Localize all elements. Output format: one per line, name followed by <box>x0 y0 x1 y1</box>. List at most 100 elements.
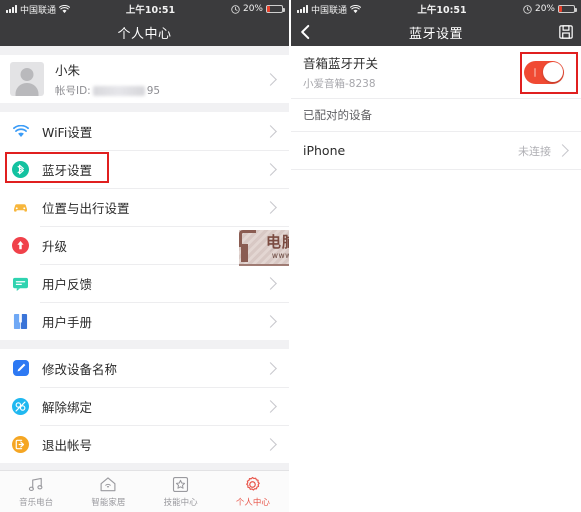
status-bar-right-group: 20% <box>523 4 577 14</box>
chevron-right-icon <box>264 72 277 86</box>
manual-book-icon <box>12 313 29 330</box>
battery-icon <box>266 5 285 13</box>
wifi-icon <box>12 123 29 140</box>
logout-icon <box>12 435 29 453</box>
device-status: 未连接 <box>518 144 551 158</box>
status-bar-right-group: 20% <box>231 4 285 14</box>
account-text: 小朱 帐号ID: 95 <box>55 60 266 98</box>
sidebar-item-label: 解除绑定 <box>42 399 93 415</box>
nav-bar-right: 蓝牙设置 <box>291 18 581 46</box>
sidebar-item-label: 用户反馈 <box>42 276 93 292</box>
chevron-right-icon <box>264 124 277 138</box>
settings-group-1: WiFi设置 蓝牙设置 位置与出行设置 升级 用户反馈 用户手册 <box>0 112 289 340</box>
account-id-label: 帐号ID: <box>55 85 91 97</box>
bluetooth-switch-row[interactable]: 音箱蓝牙开关 小爱音箱-8238 <box>291 46 581 98</box>
list-gap-2 <box>0 340 289 349</box>
battery-percent-label: 20% <box>534 4 555 14</box>
bluetooth-switch-text: 音箱蓝牙开关 小爱音箱-8238 <box>303 53 519 91</box>
right-phone-screen: 中国联通 上午10:51 20% 蓝牙设置 音箱蓝牙开关 小爱音箱-8238 已… <box>291 0 581 512</box>
bluetooth-device-name: 小爱音箱-8238 <box>303 78 376 90</box>
upgrade-icon <box>12 236 29 254</box>
status-bar-right: 中国联通 上午10:51 20% <box>291 0 581 18</box>
battery-icon <box>558 5 577 13</box>
sidebar-item-manual[interactable]: 用户手册 <box>0 302 289 340</box>
skill-star-icon <box>173 476 189 492</box>
sidebar-item-location-travel[interactable]: 位置与出行设置 <box>0 188 289 226</box>
list-gap-1 <box>0 103 289 112</box>
tab-label: 技能中心 <box>163 497 198 508</box>
account-row[interactable]: 小朱 帐号ID: 95 <box>0 55 289 103</box>
status-bar-left: 中国联通 上午10:51 20% <box>0 0 289 18</box>
wifi-icon <box>59 4 71 13</box>
bluetooth-switch-title: 音箱蓝牙开关 <box>303 56 379 71</box>
sidebar-item-label: 修改设备名称 <box>42 361 118 377</box>
sidebar-item-label: 用户手册 <box>42 314 93 330</box>
bluetooth-icon <box>12 160 29 178</box>
sidebar-item-logout[interactable]: 退出帐号 <box>0 425 289 463</box>
battery-percent-label: 20% <box>242 4 263 14</box>
car-icon <box>12 199 29 216</box>
list-bottom-divider <box>291 169 581 173</box>
chevron-right-icon <box>264 314 277 328</box>
save-floppy-icon <box>559 25 573 39</box>
watermark-url: www.pc841.com <box>271 251 290 260</box>
sidebar-item-bluetooth[interactable]: 蓝牙设置 <box>0 150 289 188</box>
watermark: 电脑百事网 www.pc841.com <box>211 228 290 268</box>
sidebar-item-rename-device[interactable]: 修改设备名称 <box>0 349 289 387</box>
tab-label: 智能家居 <box>91 497 126 508</box>
tab-personal-center[interactable]: 个人中心 <box>217 476 289 508</box>
save-button[interactable] <box>559 18 573 46</box>
wifi-icon <box>350 4 362 13</box>
tab-label: 音乐电台 <box>19 497 54 508</box>
back-button[interactable] <box>299 18 312 46</box>
sidebar-item-label: 位置与出行设置 <box>42 200 130 216</box>
status-bar-time: 上午10:51 <box>417 5 467 16</box>
carrier-label: 中国联通 <box>20 5 57 16</box>
tab-skill-center[interactable]: 技能中心 <box>145 476 217 508</box>
page-title: 蓝牙设置 <box>408 26 463 42</box>
alarm-icon <box>231 4 240 14</box>
sidebar-item-feedback[interactable]: 用户反馈 <box>0 264 289 302</box>
sidebar-item-label: 蓝牙设置 <box>42 162 93 178</box>
chevron-right-icon <box>556 144 569 157</box>
avatar-icon <box>10 62 44 96</box>
gear-icon <box>246 476 261 491</box>
feedback-icon <box>12 275 29 292</box>
account-card: 小朱 帐号ID: 95 <box>0 55 289 103</box>
nav-bar-left: 个人中心 <box>0 18 289 46</box>
tab-smart-home[interactable]: 智能家居 <box>72 476 144 508</box>
sidebar-item-wifi[interactable]: WiFi设置 <box>0 112 289 150</box>
chevron-right-icon <box>264 399 277 413</box>
tab-music-radio[interactable]: 音乐电台 <box>0 476 72 508</box>
tab-label: 个人中心 <box>235 497 270 508</box>
status-bar-left-group: 中国联通 <box>297 3 362 16</box>
bluetooth-toggle-wrap <box>519 56 569 89</box>
dual-screenshot-container: 中国联通 上午10:51 20% 个人中心 小朱 帐号ID: 95 WiFi设置… <box>0 0 581 512</box>
page-title: 个人中心 <box>117 26 172 42</box>
chevron-right-icon <box>264 162 277 176</box>
chevron-right-icon <box>264 437 277 451</box>
settings-group-2: 修改设备名称 解除绑定 退出帐号 <box>0 349 289 463</box>
bottom-tab-bar: 音乐电台 智能家居 技能中心 个人中心 <box>0 470 289 512</box>
sidebar-item-unbind[interactable]: 解除绑定 <box>0 387 289 425</box>
sidebar-item-label: WiFi设置 <box>42 124 93 140</box>
left-phone-screen: 中国联通 上午10:51 20% 个人中心 小朱 帐号ID: 95 WiFi设置… <box>0 0 290 512</box>
list-gap-top <box>0 46 289 55</box>
bluetooth-toggle[interactable] <box>524 60 564 84</box>
chevron-right-icon <box>264 361 277 375</box>
status-bar-left-group: 中国联通 <box>6 3 71 16</box>
account-name: 小朱 <box>55 63 81 78</box>
unbind-icon <box>12 397 29 415</box>
music-note-icon <box>28 477 43 491</box>
account-id-suffix: 95 <box>146 84 161 97</box>
paired-devices-header: 已配对的设备 <box>291 98 581 132</box>
watermark-text: 电脑百事网 <box>265 233 289 251</box>
chevron-right-icon <box>264 276 277 290</box>
smart-home-icon <box>100 476 116 491</box>
sidebar-item-label: 退出帐号 <box>42 437 93 453</box>
account-id: 帐号ID: 95 <box>55 83 266 98</box>
signal-bars-icon <box>297 5 308 13</box>
account-id-blurred <box>92 85 145 96</box>
alarm-icon <box>523 4 532 14</box>
paired-device-row[interactable]: iPhone 未连接 <box>291 132 581 169</box>
